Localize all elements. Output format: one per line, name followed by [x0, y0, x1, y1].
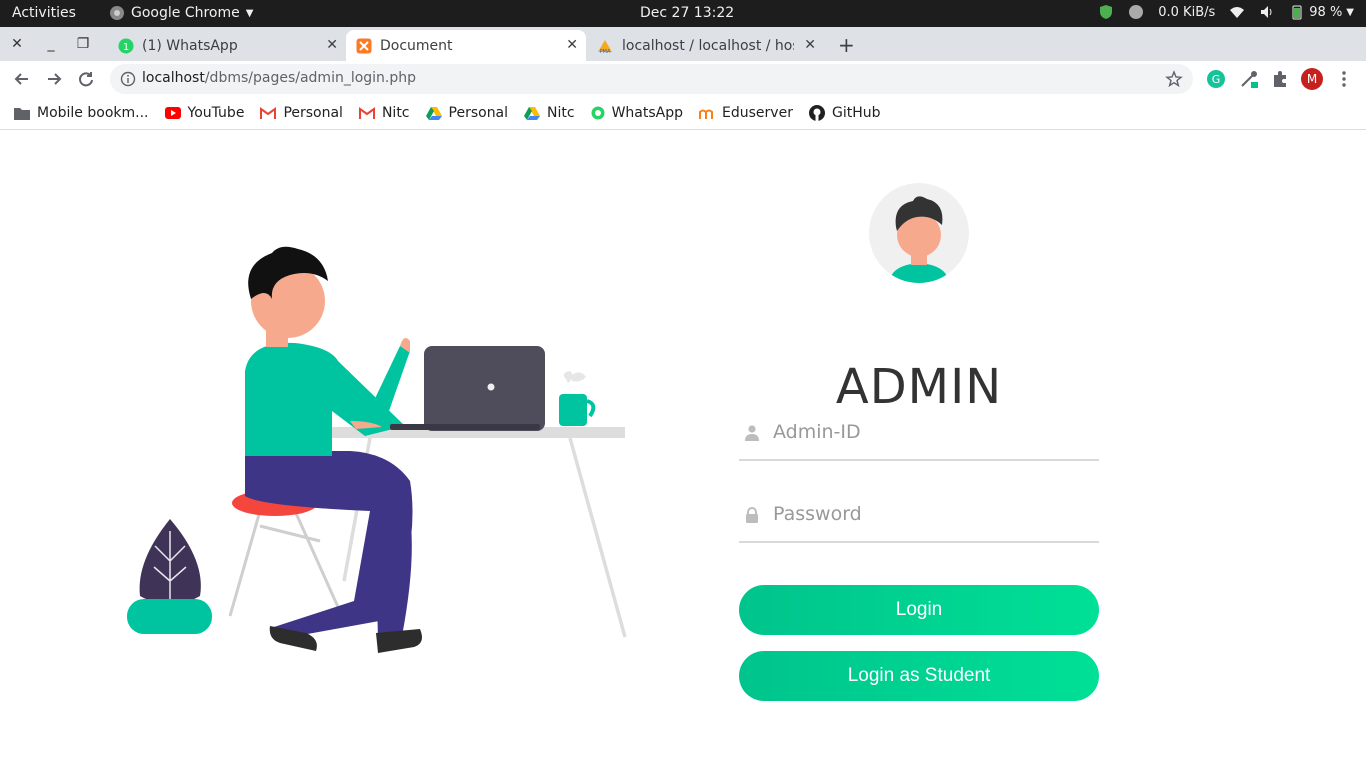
tab-whatsapp[interactable]: 1 (1) WhatsApp ✕: [108, 30, 346, 61]
plant-icon: [127, 519, 212, 634]
moodle-icon: [699, 109, 714, 119]
battery-percent: 98 %: [1309, 4, 1343, 20]
bookmark-youtube[interactable]: YouTube: [164, 105, 244, 121]
login-button[interactable]: Login: [739, 585, 1099, 635]
gmail-icon: [358, 107, 375, 119]
back-icon[interactable]: [12, 69, 32, 89]
tab-title: localhost / localhost / hos: [622, 37, 794, 54]
github-icon: [808, 105, 825, 121]
restore-window-icon[interactable]: ❐: [74, 35, 92, 53]
gmail-icon: [260, 107, 277, 119]
whatsapp-icon: 1: [118, 38, 134, 53]
info-icon[interactable]: [120, 71, 136, 87]
app-menu[interactable]: Google Chrome ▼: [109, 5, 253, 21]
close-tab-icon[interactable]: ✕: [804, 37, 816, 53]
net-speed: 0.0 KiB/s: [1158, 4, 1216, 20]
login-page: ADMIN Login Login as Student: [0, 131, 1366, 768]
eyedropper-extension-icon[interactable]: [1239, 69, 1259, 89]
chevron-down-icon: ▼: [245, 7, 254, 19]
battery-icon: [1292, 5, 1302, 20]
close-tab-icon[interactable]: ✕: [326, 37, 338, 53]
grammarly-icon[interactable]: G: [1206, 69, 1226, 89]
tab-strip: ✕ _ ❐ 1 (1) WhatsApp ✕ Document ✕ PMA lo…: [0, 27, 1366, 61]
activities-button[interactable]: Activities: [12, 5, 76, 21]
xampp-icon: [356, 38, 372, 53]
minimize-window-icon[interactable]: _: [42, 35, 60, 53]
tab-document[interactable]: Document ✕: [346, 30, 586, 61]
browser-toolbar: localhost/dbms/pages/admin_login.php G M: [0, 61, 1366, 97]
bookmark-drive-nitc[interactable]: Nitc: [524, 105, 575, 121]
bookmarks-bar: Mobile bookm... YouTube Personal Nitc Pe…: [0, 97, 1366, 130]
lock-icon: [746, 507, 758, 523]
whatsapp-icon: [591, 106, 605, 120]
bookmark-star-icon[interactable]: [1165, 70, 1183, 88]
admin-id-field: [739, 405, 1099, 461]
stool-icon: [228, 490, 344, 617]
profile-avatar[interactable]: M: [1301, 68, 1323, 90]
user-icon: [745, 425, 759, 441]
globe-icon: [1129, 5, 1144, 19]
bookmark-gmail-personal[interactable]: Personal: [260, 105, 343, 121]
bookmark-mobile-bookmarks[interactable]: Mobile bookm...: [14, 105, 149, 121]
person-at-laptop-illustration: [127, 246, 627, 653]
login-as-student-button[interactable]: Login as Student: [739, 651, 1099, 701]
wifi-icon: [1230, 7, 1245, 18]
chrome-icon: [110, 6, 124, 20]
laptop-icon: [390, 346, 545, 431]
reload-icon[interactable]: [76, 69, 96, 89]
user-avatar-icon: [889, 196, 949, 283]
close-window-icon[interactable]: ✕: [8, 35, 26, 53]
bookmark-whatsapp[interactable]: WhatsApp: [591, 105, 683, 121]
system-tray[interactable]: 0.0 KiB/s 98 % ▼: [1098, 4, 1354, 20]
url-text: localhost/dbms/pages/admin_login.php: [142, 70, 417, 86]
phpmyadmin-icon: PMA: [598, 39, 612, 54]
svg-text:G: G: [1212, 73, 1221, 86]
puzzle-extensions-icon[interactable]: [1270, 69, 1290, 89]
admin-id-input[interactable]: [773, 417, 1093, 447]
volume-icon: [1261, 6, 1272, 18]
new-tab-button[interactable]: +: [838, 33, 855, 57]
tab-title: (1) WhatsApp: [142, 37, 238, 54]
folder-icon: [14, 108, 30, 120]
tab-title: Document: [380, 37, 453, 54]
more-menu-icon[interactable]: [1334, 69, 1354, 89]
chevron-down-icon: ▼: [1346, 6, 1354, 18]
admin-avatar: [869, 183, 969, 283]
tab-phpmyadmin[interactable]: PMA localhost / localhost / hos ✕: [586, 30, 824, 61]
youtube-icon: [164, 107, 181, 119]
shield-icon: [1100, 5, 1113, 19]
svg-text:PMA: PMA: [600, 49, 611, 54]
system-top-bar: Activities Google Chrome ▼ Dec 27 13:22 …: [0, 0, 1366, 27]
app-menu-label: Google Chrome: [131, 5, 240, 21]
bookmark-github[interactable]: GitHub: [808, 105, 880, 121]
bookmark-gmail-nitc[interactable]: Nitc: [358, 105, 410, 121]
password-field: [739, 487, 1099, 543]
clock[interactable]: Dec 27 13:22: [640, 5, 734, 21]
svg-text:1: 1: [123, 42, 129, 53]
password-input[interactable]: [773, 499, 1093, 529]
close-tab-icon[interactable]: ✕: [566, 37, 578, 53]
bookmark-eduserver[interactable]: Eduserver: [699, 105, 793, 121]
coffee-mug-icon: [559, 371, 596, 426]
forward-icon[interactable]: [44, 69, 64, 89]
address-bar[interactable]: localhost/dbms/pages/admin_login.php: [110, 64, 1193, 94]
drive-icon: [524, 107, 541, 120]
drive-icon: [425, 107, 442, 120]
bookmark-drive-personal[interactable]: Personal: [425, 105, 508, 121]
